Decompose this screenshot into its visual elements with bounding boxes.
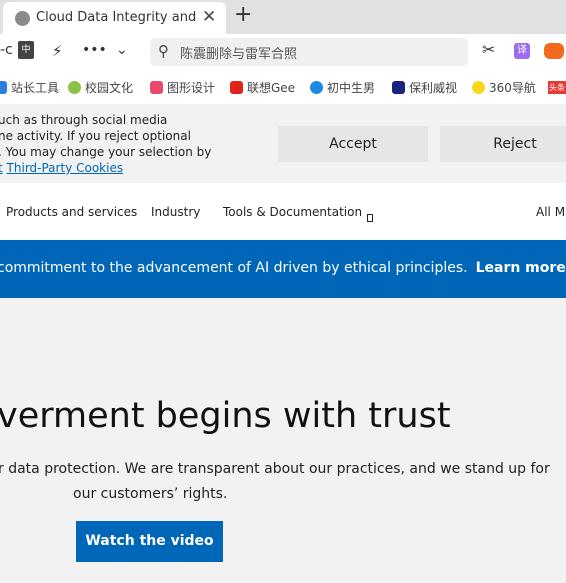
- bookmark[interactable]: 校园文化: [68, 79, 133, 96]
- browser-tab[interactable]: Cloud Data Integrity and Co ✕: [3, 2, 226, 34]
- promo-banner: commitment to the advancement of AI driv…: [0, 240, 566, 298]
- bookmark[interactable]: 图形设计: [150, 79, 215, 96]
- nav-all-microsoft[interactable]: All M: [536, 205, 565, 219]
- nav-industry[interactable]: Industry: [151, 205, 200, 219]
- translate-icon[interactable]: 中: [18, 41, 34, 59]
- bookmark[interactable]: 联想Gee: [230, 79, 295, 96]
- third-party-cookies-link[interactable]: Third-Party Cookies: [7, 161, 124, 175]
- game-icon[interactable]: [544, 43, 564, 59]
- new-tab-button[interactable]: +: [234, 2, 252, 27]
- missing-glyph-icon: [367, 214, 373, 222]
- hero-text: our customers’ rights.: [73, 486, 228, 502]
- scissors-icon[interactable]: ✂: [482, 40, 495, 59]
- accept-button[interactable]: Accept: [278, 126, 428, 162]
- privacy-link[interactable]: t: [0, 161, 3, 175]
- bookmark[interactable]: 保利威视: [392, 79, 457, 96]
- site-nav: Products and services Industry Tools & D…: [0, 183, 566, 240]
- lightning-icon[interactable]: ⚡: [52, 42, 63, 60]
- learn-more-link[interactable]: Learn more: [476, 260, 566, 276]
- nav-products[interactable]: Products and services: [6, 205, 137, 219]
- bookmark[interactable]: 360导航: [472, 79, 536, 96]
- bookmark[interactable]: 初中生男: [310, 79, 375, 96]
- toolbar-fragment: -c: [0, 42, 13, 58]
- globe-icon: [15, 11, 30, 26]
- cookie-text: . You may change your selection by: [0, 145, 212, 159]
- tab-title: Cloud Data Integrity and Co: [36, 10, 196, 25]
- promo-text: commitment to the advancement of AI driv…: [0, 260, 468, 276]
- translate-plugin-icon[interactable]: 译: [514, 43, 530, 59]
- reject-button[interactable]: Reject: [440, 126, 566, 162]
- hero-heading: verment begins with trust: [0, 396, 451, 436]
- hero-text: r data protection. We are transparent ab…: [0, 461, 550, 477]
- search-icon: ⚲: [158, 42, 169, 60]
- more-icon[interactable]: •••: [82, 42, 107, 58]
- watch-video-button[interactable]: Watch the video: [76, 521, 223, 562]
- bookmark[interactable]: 站长工具: [0, 79, 59, 96]
- cookie-text: ne activity. If you reject optional: [0, 129, 191, 143]
- bookmarks-bar: 站长工具 校园文化 图形设计 联想Gee 初中生男 保利威视 360导航 头条: [0, 68, 566, 104]
- chevron-down-icon[interactable]: ⌄: [116, 42, 128, 58]
- address-bar[interactable]: ⚲ 陈震删除与雷军合照: [150, 38, 468, 66]
- address-text: 陈震删除与雷军合照: [180, 47, 298, 62]
- close-tab-icon[interactable]: ✕: [202, 7, 216, 27]
- nav-tools[interactable]: Tools & Documentation: [223, 205, 362, 219]
- cookie-text: uch as through social media: [0, 113, 168, 127]
- cookie-banner: uch as through social media ne activity.…: [0, 104, 566, 183]
- bookmark[interactable]: 头条: [548, 81, 566, 94]
